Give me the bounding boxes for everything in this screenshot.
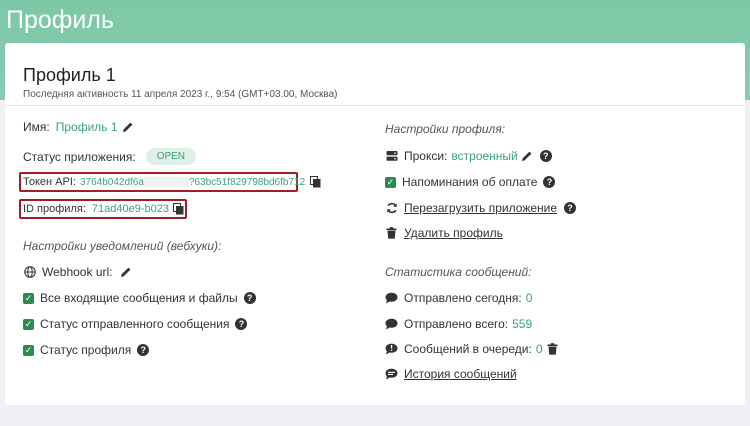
trash-icon: [385, 227, 398, 240]
notification-item[interactable]: ✓ Статус отправленного сообщения ?: [23, 317, 248, 331]
payment-reminders-label: Напоминания об оплате: [402, 175, 538, 189]
status-badge: OPEN: [145, 148, 197, 165]
token-row: Токен API: 3764b042df6a ?63bc51f829798bd…: [23, 176, 321, 188]
restart-app-link[interactable]: Перезагрузить приложение: [404, 201, 557, 215]
delete-profile-link[interactable]: Удалить профиль: [404, 226, 503, 240]
stats-title: Статистика сообщений:: [385, 265, 532, 279]
proxy-label: Прокси:: [404, 149, 448, 163]
payment-reminders-row[interactable]: ✓ Напоминания об оплате ?: [385, 175, 556, 189]
refresh-icon: [385, 202, 398, 215]
restart-app-row[interactable]: Перезагрузить приложение ?: [385, 201, 577, 215]
name-row: Имя: Профиль 1: [23, 120, 134, 134]
status-label: Статус приложения:: [23, 149, 136, 164]
id-label: ID профиля:: [23, 203, 86, 215]
chat-bubble-icon: [385, 292, 398, 305]
proxy-value: встроенный: [451, 149, 518, 163]
history-row[interactable]: История сообщений: [385, 367, 517, 381]
question-icon[interactable]: ?: [137, 344, 150, 356]
name-label: Имя:: [23, 120, 50, 134]
token-value-start[interactable]: 3764b042df6a: [80, 177, 144, 188]
status-row: Статус приложения: OPEN: [23, 148, 197, 165]
notification-item-label: Статус профиля: [40, 343, 132, 357]
question-icon[interactable]: ?: [235, 318, 248, 330]
queue-row: Сообщений в очереди: 0: [385, 342, 558, 356]
checkbox-checked-icon[interactable]: ✓: [385, 176, 396, 188]
notification-item[interactable]: ✓ Статус профиля ?: [23, 343, 150, 357]
name-value: Профиль 1: [55, 120, 118, 134]
sent-today-value: 0: [525, 291, 533, 305]
webhook-row: Webhook url:: [23, 265, 132, 279]
checkbox-checked-icon[interactable]: ✓: [23, 344, 34, 356]
globe-icon: [23, 266, 36, 279]
sent-total-value: 559: [512, 317, 533, 331]
page-title: Профиль 1: [23, 65, 116, 85]
notifications-title: Настройки уведомлений (вебхуки):: [23, 239, 222, 253]
webhook-label: Webhook url:: [42, 265, 113, 279]
queue-label: Сообщений в очереди:: [404, 342, 532, 356]
chat-bubble-icon: [385, 318, 398, 331]
copy-icon[interactable]: [172, 203, 184, 215]
delete-profile-row[interactable]: Удалить профиль: [385, 226, 503, 240]
id-row: ID профиля: 71ad40e9-b023: [23, 203, 184, 215]
token-label: Токен API:: [23, 176, 76, 188]
token-mask: [143, 177, 189, 187]
notification-item[interactable]: ✓ Все входящие сообщения и файлы ?: [23, 291, 256, 305]
sent-total-label: Отправлено всего:: [404, 317, 509, 331]
trash-icon[interactable]: [547, 343, 558, 355]
sent-today-label: Отправлено сегодня:: [404, 291, 522, 305]
checkbox-checked-icon[interactable]: ✓: [23, 292, 34, 304]
notification-item-label: Статус отправленного сообщения: [40, 317, 230, 331]
app-title: Профиль: [6, 6, 114, 34]
server-icon: [385, 150, 398, 163]
pencil-icon[interactable]: [521, 150, 533, 162]
checkbox-checked-icon[interactable]: ✓: [23, 318, 34, 330]
pencil-icon[interactable]: [120, 266, 132, 278]
last-activity: Последняя активность 11 апреля 2023 г., …: [23, 89, 338, 100]
profile-card: Профиль 1 Последняя активность 11 апреля…: [5, 43, 745, 405]
copy-icon[interactable]: [310, 176, 321, 188]
id-value[interactable]: 71ad40e9-b023: [92, 203, 169, 215]
sent-today-row: Отправлено сегодня: 0: [385, 291, 532, 305]
message-history-link[interactable]: История сообщений: [404, 367, 517, 381]
token-value-end[interactable]: ?63bc51f829798bd6fb712: [189, 177, 305, 188]
question-icon[interactable]: ?: [564, 202, 577, 214]
question-icon[interactable]: ?: [543, 176, 556, 188]
settings-title: Настройки профиля:: [385, 122, 506, 136]
queue-value: 0: [535, 342, 543, 356]
question-icon[interactable]: ?: [539, 150, 552, 162]
exclamation-bubble-icon: [385, 343, 398, 356]
proxy-row: Прокси: встроенный ?: [385, 149, 552, 163]
sent-total-row: Отправлено всего: 559: [385, 317, 532, 331]
notification-item-label: Все входящие сообщения и файлы: [40, 291, 238, 305]
message-history-icon: [385, 368, 398, 381]
question-icon[interactable]: ?: [243, 292, 256, 304]
profile-header: Профиль 1 Последняя активность 11 апреля…: [5, 43, 745, 106]
pencil-icon[interactable]: [122, 121, 134, 133]
